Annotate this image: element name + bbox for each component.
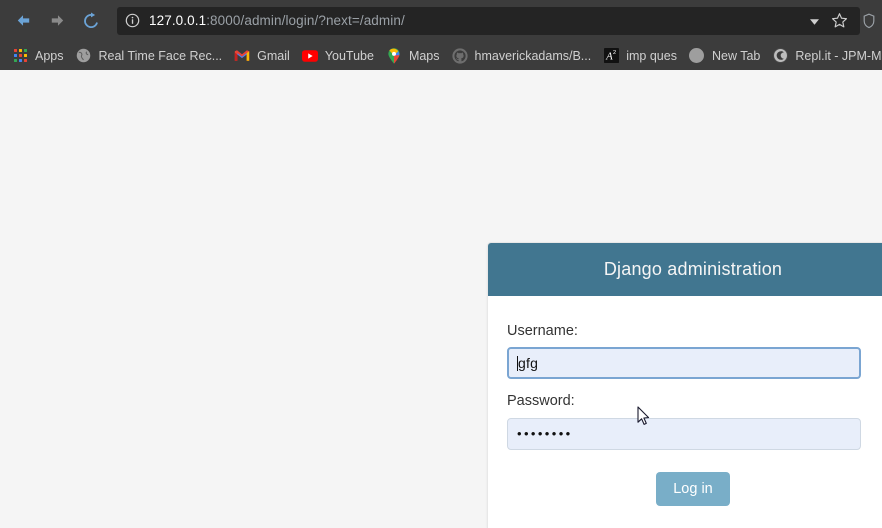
arrow-left-icon [17,15,29,26]
globe-icon [76,48,92,64]
bookmark-label: hmaverickadams/B... [474,48,592,63]
bookmark-label: Repl.it - JPM-MOD [795,48,882,63]
arrow-right-icon [51,15,63,26]
reload-button[interactable] [77,7,105,35]
chevron-down-icon[interactable] [810,12,819,30]
username-label: Username: [507,323,578,339]
bookmarks-bar: Apps Real Time Face Rec... Gmail YouTube… [0,41,882,70]
academia-a2-icon: A 2 [603,48,619,64]
back-button[interactable] [9,7,37,35]
browser-chrome: 127.0.0.1:8000/admin/login/?next=/admin/ [0,0,882,70]
youtube-icon [301,48,318,64]
info-circle-icon[interactable] [125,13,140,28]
address-bar[interactable]: 127.0.0.1:8000/admin/login/?next=/admin/ [117,6,860,35]
bookmark-maps[interactable]: Maps [382,44,448,68]
bookmark-label: New Tab [711,48,761,63]
password-label: Password: [507,393,575,410]
bookmark-hmaverickadams[interactable]: hmaverickadams/B... [448,44,600,68]
bookmark-apps[interactable]: Apps [8,44,72,68]
password-field-row: Password: •••••••• [507,393,879,450]
github-icon [451,47,468,64]
replit-icon [772,48,788,64]
bookmark-gmail[interactable]: Gmail [230,44,298,68]
bookmark-new-tab[interactable]: New Tab [685,44,768,68]
username-input-value: gfg [518,355,539,372]
bookmark-label: Apps [35,48,64,63]
login-form: Username: gfg Password: •••••••• Log in [488,296,882,528]
login-button[interactable]: Log in [656,471,730,507]
reload-icon [84,12,98,28]
password-input[interactable]: •••••••• [507,417,861,450]
bookmark-label: YouTube [324,48,374,63]
bookmark-real-time-face-rec[interactable]: Real Time Face Rec... [72,44,231,68]
login-header: Django administration [488,243,882,296]
address-bar-host: 127.0.0.1 [149,13,207,28]
bookmark-replit[interactable]: Repl.it - JPM-MOD [768,44,882,68]
forward-button[interactable] [43,7,71,35]
svg-text:2: 2 [613,50,616,56]
address-bar-path: :8000/admin/login/?next=/admin/ [206,13,405,28]
blank-circle-icon [689,48,705,64]
bookmark-label: Real Time Face Rec... [98,48,223,63]
username-field-row: Username: gfg [507,323,879,380]
browser-toolbar: 127.0.0.1:8000/admin/login/?next=/admin/ [0,0,882,41]
star-bookmark-icon[interactable] [831,12,848,29]
page-content: Django administration Username: gfg Pass… [0,70,882,528]
password-input-value: •••••••• [517,426,573,442]
bookmark-label: imp ques [626,48,677,63]
bookmark-youtube[interactable]: YouTube [298,44,382,68]
svg-text:A: A [605,51,613,63]
bookmark-label: Gmail [257,48,290,63]
bookmark-imp-ques[interactable]: A 2 imp ques [599,44,685,68]
submit-row: Log in [507,471,879,507]
login-card: Django administration Username: gfg Pass… [487,242,882,528]
apps-grid-icon [12,48,28,64]
page-title: Django administration [603,259,783,279]
bookmark-label: Maps [408,48,440,63]
address-bar-url[interactable]: 127.0.0.1:8000/admin/login/?next=/admin/ [149,13,804,28]
google-maps-pin-icon [386,47,402,64]
gmail-icon [234,48,250,64]
username-input[interactable]: gfg [507,347,861,380]
extension-icon-partial[interactable] [862,13,876,29]
